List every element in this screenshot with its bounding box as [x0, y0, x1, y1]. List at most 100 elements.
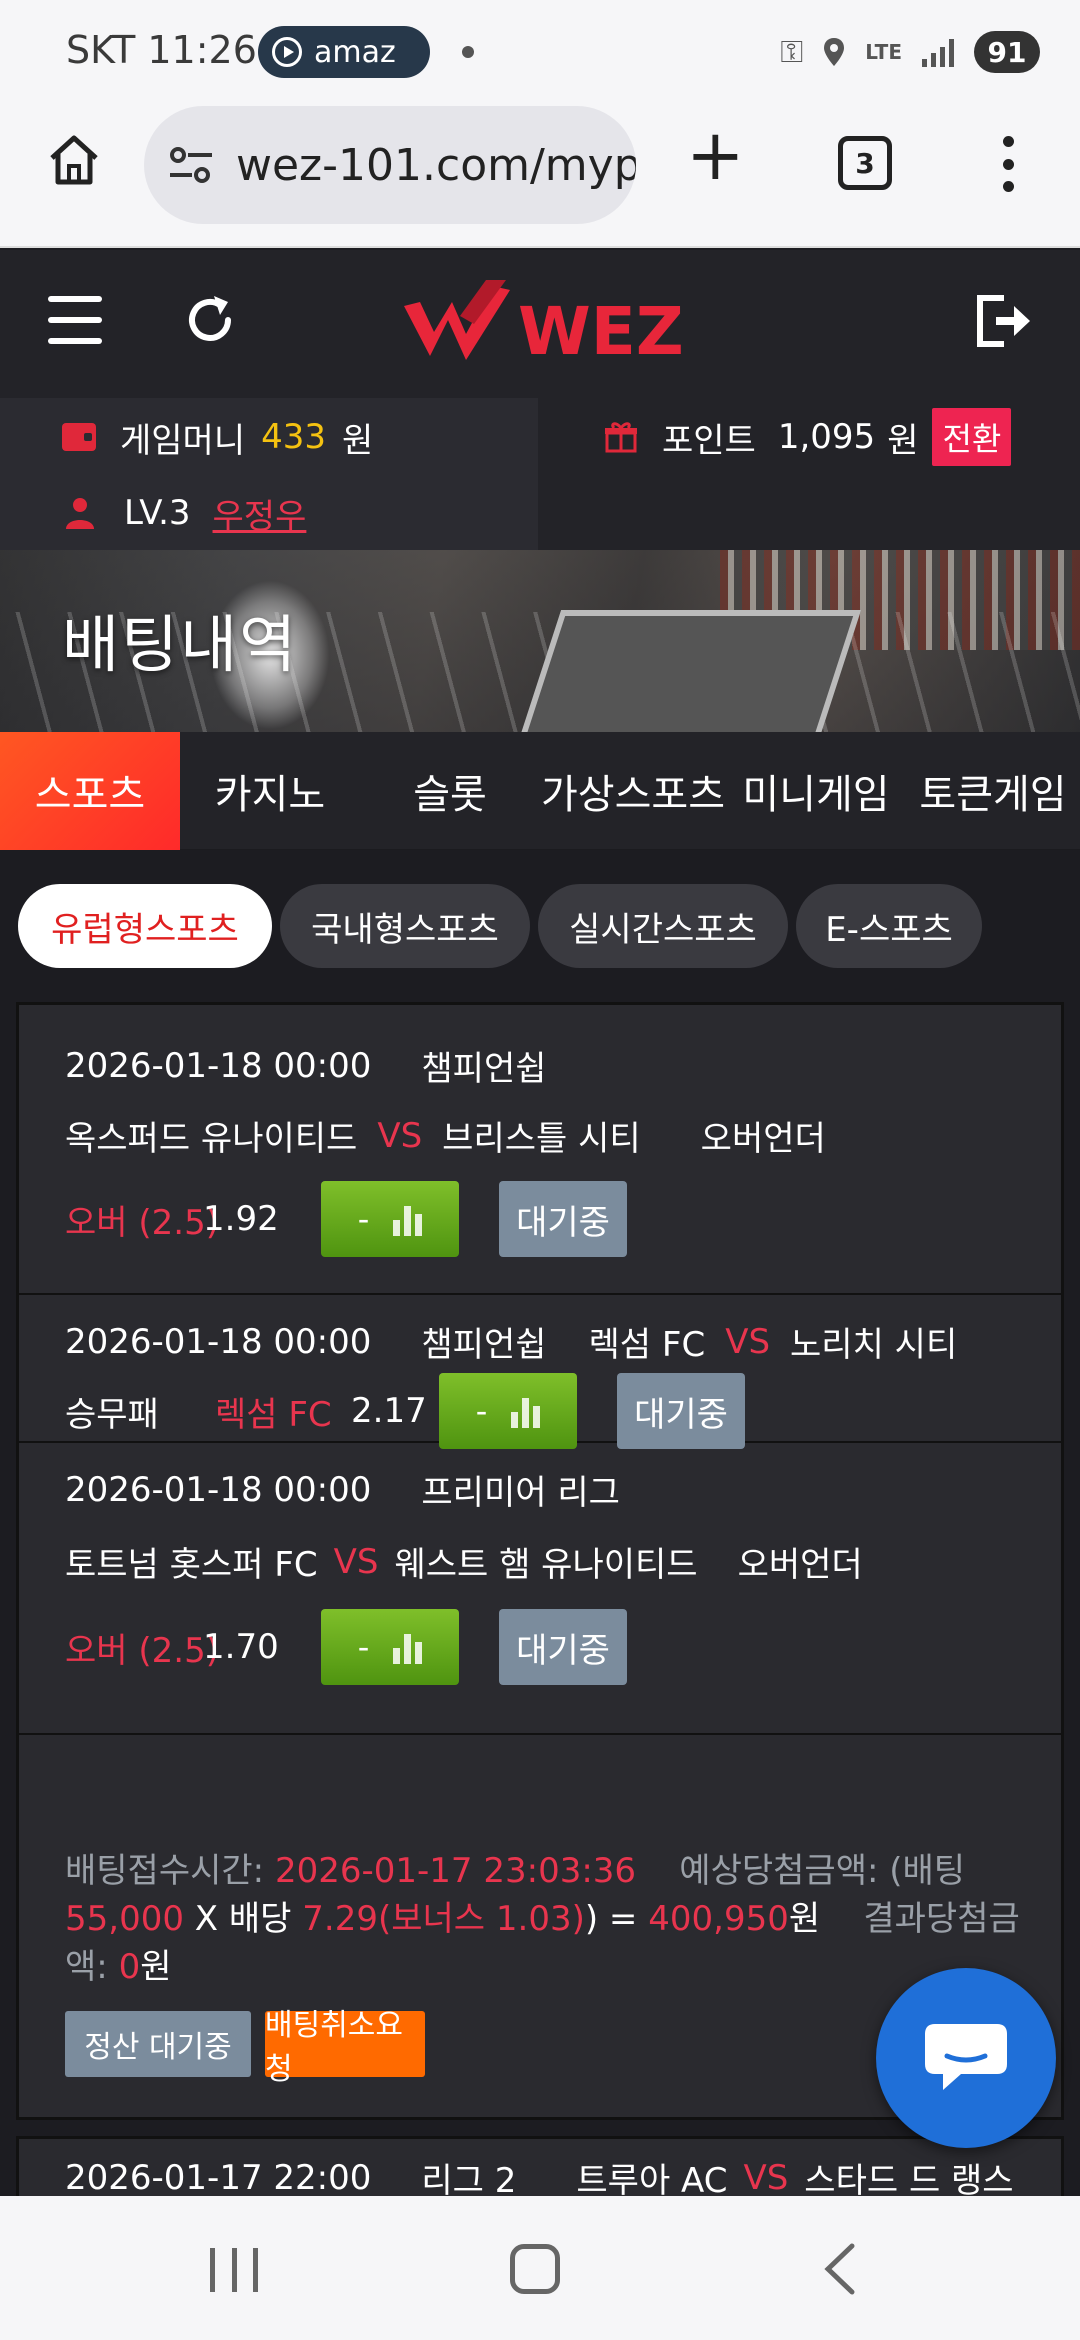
logout-icon[interactable]: [974, 292, 1034, 350]
home-icon[interactable]: [44, 130, 104, 190]
more-options-icon[interactable]: [996, 136, 1020, 192]
expected-win-amount: 400,950: [648, 1899, 789, 1939]
system-home-icon[interactable]: [510, 2244, 560, 2294]
site-logo[interactable]: WEZ: [400, 276, 690, 376]
bar-chart-icon: [511, 1394, 541, 1428]
key-icon: ⚿: [780, 34, 804, 70]
tab-switcher-button[interactable]: 3: [838, 136, 892, 190]
accept-time-label: 배팅접수시간:: [65, 1851, 265, 1891]
multiply-label: X 배당: [194, 1899, 292, 1939]
expected-win-unit: 원: [788, 1899, 821, 1939]
bet-away-team: 스타드 드 랭스: [804, 2161, 1014, 2201]
recent-apps-icon[interactable]: [210, 2248, 258, 2292]
sport-type-tabs: 유럽형스포츠 국내형스포츠 실시간스포츠 E-스포츠: [18, 884, 982, 968]
settle-pending-button: 정산 대기중: [65, 2011, 251, 2077]
banner-endzone: [518, 610, 862, 732]
user-level: LV.3: [124, 493, 191, 533]
bet-stats-label: -: [357, 1628, 370, 1666]
tab-virtual-sports[interactable]: 가상스포츠: [540, 732, 726, 850]
status-time: SKT 11:26: [66, 28, 257, 72]
bar-chart-icon: [393, 1202, 423, 1236]
bet-vs: VS: [743, 2157, 789, 2198]
subtab-live-sports[interactable]: 실시간스포츠: [538, 884, 788, 968]
point-value: 1,095: [777, 417, 876, 457]
play-icon: [272, 37, 302, 67]
bar-chart-icon: [393, 1630, 423, 1664]
tab-sports[interactable]: 스포츠: [0, 732, 180, 850]
bet-home-team: 트루아 AC: [576, 2161, 728, 2201]
bet-datetime: 2026-01-18 00:00: [65, 1045, 372, 1086]
site-settings-icon[interactable]: [168, 145, 214, 185]
bet-league: 챔피언쉽: [421, 1325, 547, 1365]
tab-casino[interactable]: 카지노: [180, 732, 360, 850]
expected-win-label: 예상당첨금액: (배팅: [679, 1851, 966, 1891]
status-bar: SKT 11:26 amaz ⚿ LTE 91: [0, 0, 1080, 100]
page-title: 배팅내역: [62, 608, 299, 681]
bet-odds: 2.17: [351, 1391, 427, 1431]
page-banner: 배팅내역: [0, 550, 1080, 732]
bet-row: 2026-01-18 00:00 챔피언쉽 렉섬 FC VS 노리치 시티 승무…: [19, 1297, 1061, 1449]
tab-mini-game[interactable]: 미니게임: [726, 732, 906, 850]
network-type: LTE: [865, 40, 902, 64]
cancel-bet-request-button[interactable]: 배팅취소요청: [265, 2008, 425, 2087]
bet-vs: VS: [725, 1321, 771, 1362]
back-icon[interactable]: [820, 2242, 860, 2296]
media-pill-label: amaz: [314, 34, 396, 70]
signal-icon: [922, 37, 954, 67]
bet-pick: 오버 (2.5): [65, 1202, 219, 1243]
bet-vs: VS: [377, 1115, 423, 1156]
user-level-panel: LV.3 우정우: [0, 476, 538, 550]
game-money-value: 433: [261, 417, 327, 457]
new-tab-button[interactable]: +: [686, 120, 745, 190]
bet-stats-button[interactable]: -: [321, 1609, 459, 1685]
bet-market: 오버언더: [737, 1545, 863, 1585]
bet-stats-button[interactable]: -: [439, 1373, 577, 1449]
site-header: WEZ: [0, 250, 1080, 398]
bet-datetime: 2026-01-18 00:00: [65, 1321, 372, 1362]
bet-odds: 1.70: [203, 1627, 279, 1667]
bet-pick: 오버 (2.5): [65, 1630, 219, 1671]
game-money-label: 게임머니: [120, 420, 246, 461]
bet-home-team: 토트넘 홋스퍼 FC: [65, 1545, 318, 1585]
convert-button[interactable]: 전환: [932, 408, 1012, 466]
subtab-european-sports[interactable]: 유럽형스포츠: [18, 884, 272, 968]
bet-league: 챔피언쉽: [421, 1049, 547, 1089]
accept-time: 2026-01-17 23:03:36: [274, 1851, 637, 1891]
chat-icon: [925, 2024, 1007, 2090]
total-odds: 7.29(보너스 1.03): [302, 1899, 585, 1939]
bet-market: 승무패: [65, 1394, 159, 1435]
tab-token-game[interactable]: 토큰게임: [906, 732, 1080, 850]
menu-icon[interactable]: [48, 296, 102, 344]
game-money-panel: 게임머니 433 원: [0, 398, 538, 476]
bet-stats-button[interactable]: -: [321, 1181, 459, 1257]
subtab-esports[interactable]: E-스포츠: [796, 884, 982, 968]
bet-history-card: 2026-01-18 00:00 챔피언쉽 옥스퍼드 유나이티드 VS 브리스틀…: [16, 1002, 1064, 2120]
bet-status: 대기중: [499, 1181, 627, 1257]
bet-league: 리그 2: [421, 2161, 517, 2201]
bet-stats-label: -: [475, 1392, 488, 1430]
bet-row: 2026-01-18 00:00 프리미어 리그 토트넘 홋스퍼 FC VS 웨…: [19, 1445, 1061, 1735]
bet-summary: 배팅접수시간: 2026-01-17 23:03:36 예상당첨금액: (배팅 …: [65, 1847, 1029, 1991]
category-tabs: 스포츠 카지노 슬롯 가상스포츠 미니게임 토큰게임: [0, 732, 1080, 850]
bet-league: 프리미어 리그: [421, 1473, 620, 1513]
subtab-domestic-sports[interactable]: 국내형스포츠: [280, 884, 530, 968]
bet-market: 오버언더: [700, 1119, 826, 1159]
refresh-icon[interactable]: [180, 290, 240, 350]
username-link[interactable]: 우정우: [213, 489, 307, 538]
logo-text: WEZ: [518, 293, 684, 370]
point-label: 포인트: [662, 420, 756, 461]
result-win-amount: 0: [118, 1947, 141, 1987]
bet-home-team: 렉섬 FC: [588, 1325, 706, 1365]
point-panel: 포인트 1,095 원 전환: [538, 398, 1080, 476]
bet-row: 2026-01-18 00:00 챔피언쉽 옥스퍼드 유나이티드 VS 브리스틀…: [19, 1005, 1061, 1295]
bet-away-team: 브리스틀 시티: [442, 1119, 641, 1159]
bet-pick: 렉섬 FC: [215, 1394, 332, 1435]
tab-slot[interactable]: 슬롯: [360, 732, 540, 850]
address-bar[interactable]: wez-101.com/myp: [144, 106, 636, 224]
gift-icon: [605, 422, 637, 453]
bet-status: 대기중: [617, 1373, 745, 1449]
bet-away-team: 노리치 시티: [790, 1325, 958, 1365]
media-pill[interactable]: amaz: [258, 26, 430, 78]
user-icon: [66, 498, 94, 529]
live-chat-button[interactable]: [876, 1968, 1056, 2148]
